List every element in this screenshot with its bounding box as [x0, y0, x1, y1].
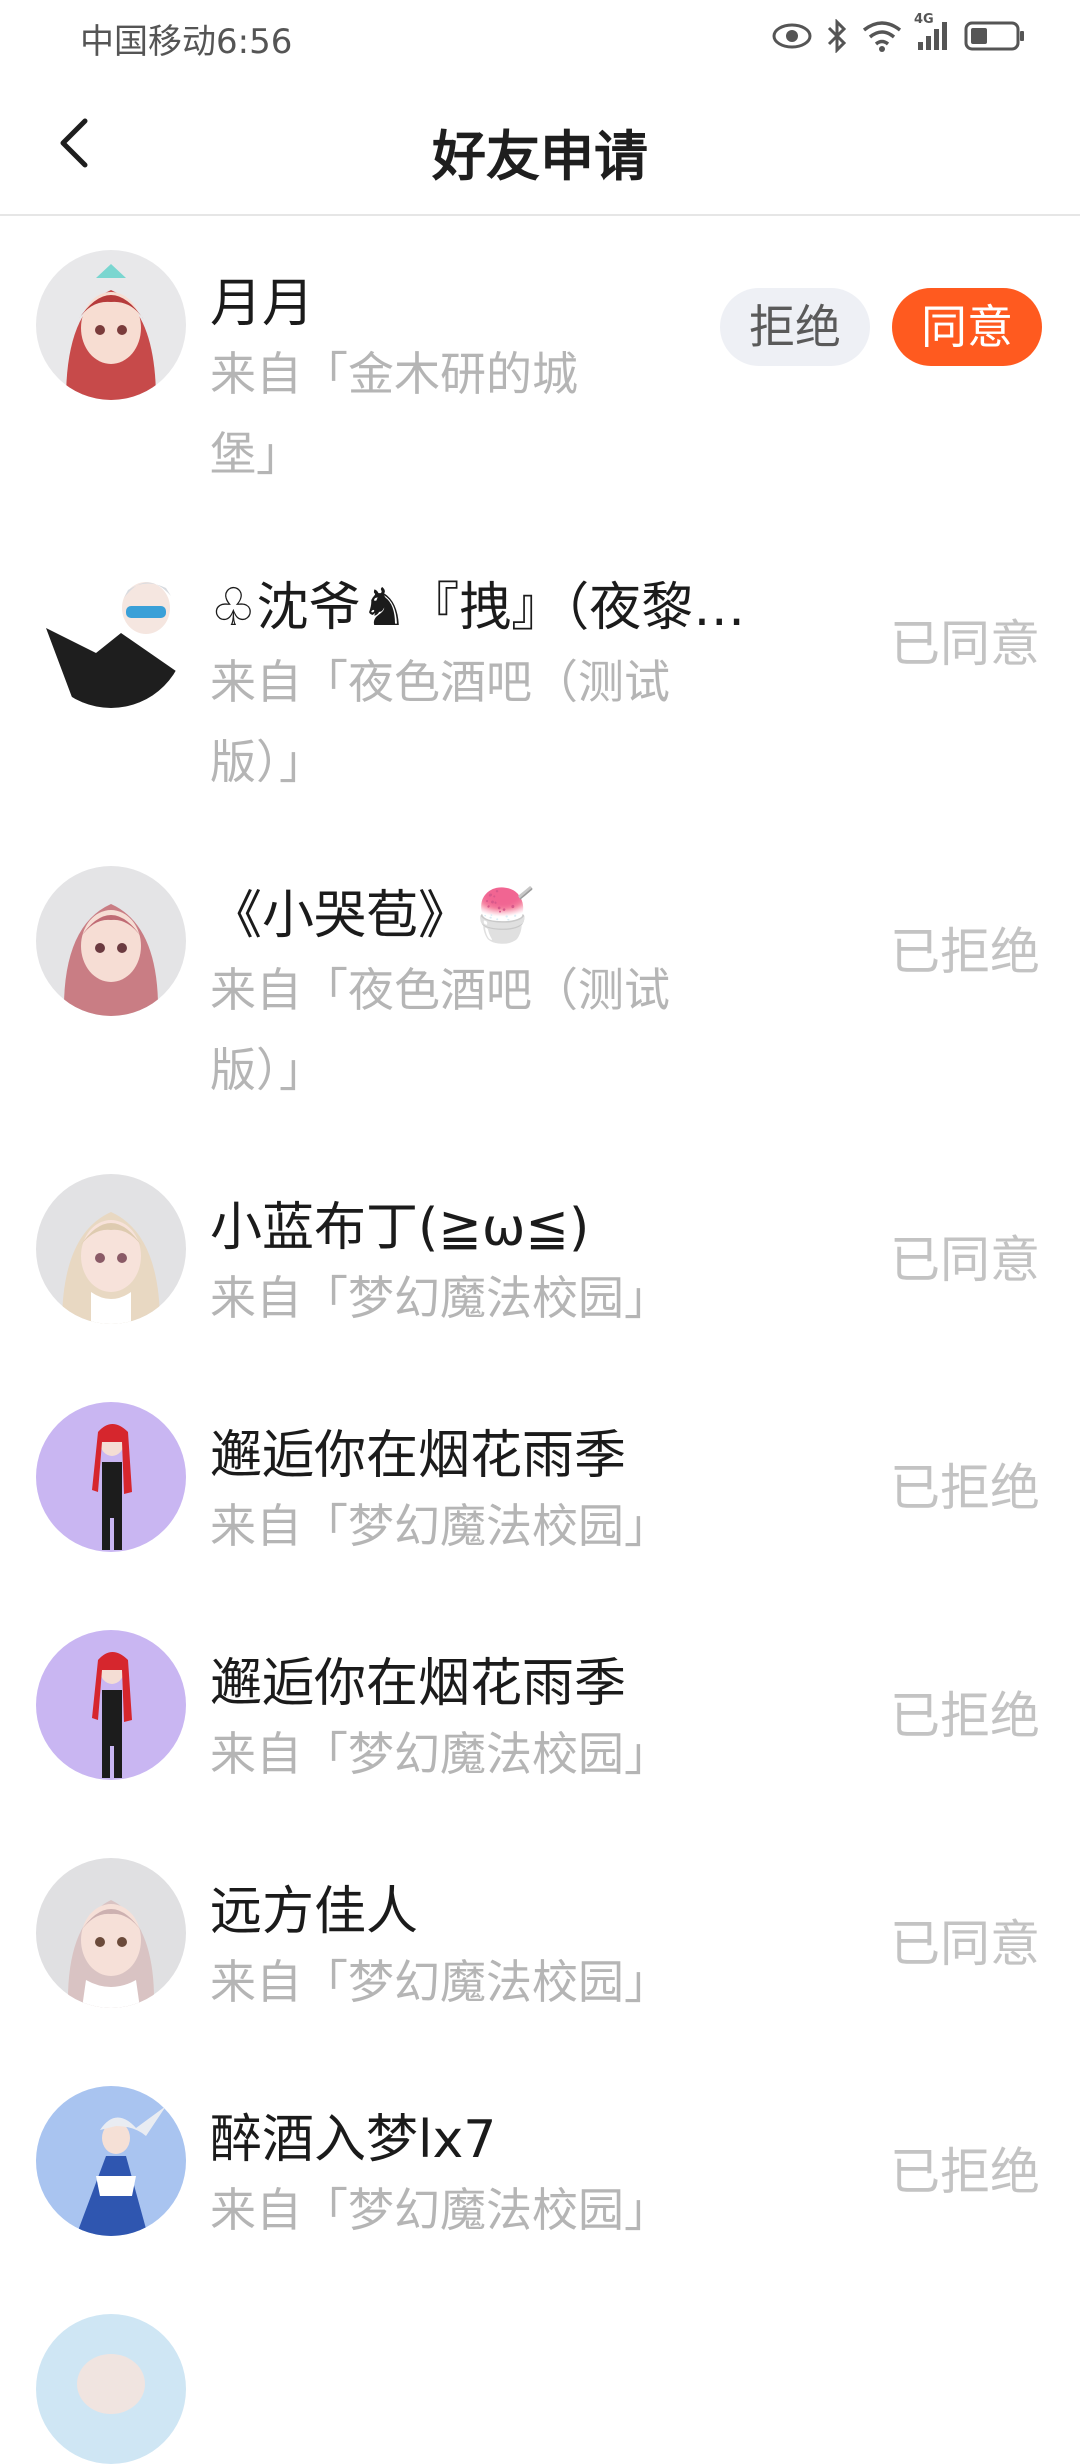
avatar[interactable]	[36, 1858, 186, 2008]
source-line: 版）」	[210, 1043, 325, 1097]
requester-name: 远方佳人	[210, 1882, 419, 1942]
signal-icon: 4G	[914, 12, 950, 52]
status-bar: 中国移动6:56 4G	[0, 0, 1080, 76]
avatar[interactable]	[36, 1630, 186, 1780]
request-status: 已同意	[890, 1915, 1040, 1973]
requester-name: 月月	[210, 274, 315, 334]
requester-name: 邂逅你在烟花雨季	[210, 1426, 627, 1486]
requester-name: 邂逅你在烟花雨季	[210, 1654, 627, 1714]
request-source: 来自「梦幻魔法校园」	[210, 1486, 670, 1566]
status-icons: 4G	[772, 12, 1026, 58]
source-line: 来自「夜色酒吧（测试	[210, 655, 670, 709]
source-line: 来自「金木研的城	[210, 347, 578, 401]
source-line: 来自「梦幻魔法校园」	[210, 1727, 670, 1781]
request-source: 来自「梦幻魔法校园」	[210, 2170, 670, 2250]
avatar[interactable]	[36, 2086, 186, 2236]
carrier-time: 中国移动6:56	[80, 14, 292, 63]
header: 好友申请	[0, 76, 1080, 216]
network-type: 4G	[914, 12, 934, 27]
request-source: 来自「夜色酒吧（测试 版）」	[210, 950, 670, 1110]
request-source: 来自「梦幻魔法校园」	[210, 1942, 670, 2022]
request-source: 来自「梦幻魔法校园」	[210, 1258, 670, 1338]
source-line: 来自「夜色酒吧（测试	[210, 963, 670, 1017]
page-title: 好友申请	[432, 125, 648, 188]
agree-button[interactable]: 同意	[892, 288, 1042, 366]
reject-button[interactable]: 拒绝	[720, 288, 870, 366]
avatar[interactable]	[36, 2314, 186, 2464]
request-status: 已拒绝	[890, 1459, 1040, 1517]
source-line: 堡」	[210, 427, 302, 481]
request-status: 已拒绝	[890, 923, 1040, 981]
request-status: 已拒绝	[890, 1687, 1040, 1745]
avatar[interactable]	[36, 558, 186, 708]
bluetooth-icon	[826, 19, 848, 53]
request-status: 已同意	[890, 615, 1040, 673]
request-source: 来自「金木研的城 堡」	[210, 334, 578, 494]
avatar[interactable]	[36, 250, 186, 400]
eye-icon	[772, 21, 812, 51]
source-line: 版）」	[210, 735, 325, 789]
source-line: 来自「梦幻魔法校园」	[210, 1271, 670, 1325]
requester-name: ♧沈爷♞『拽』（夜黎…	[210, 578, 746, 638]
battery-icon	[964, 20, 1026, 52]
requester-name: 《小哭苞》🍧	[210, 886, 535, 946]
request-source: 来自「梦幻魔法校园」	[210, 1714, 670, 1794]
source-line: 来自「梦幻魔法校园」	[210, 1499, 670, 1553]
request-status: 已拒绝	[890, 2143, 1040, 2201]
wifi-icon	[862, 20, 902, 52]
avatar[interactable]	[36, 866, 186, 1016]
request-source: 来自「夜色酒吧（测试 版）」	[210, 642, 670, 802]
source-line: 来自「梦幻魔法校园」	[210, 2183, 670, 2237]
request-status: 已同意	[890, 1231, 1040, 1289]
source-line: 来自「梦幻魔法校园」	[210, 1955, 670, 2009]
carrier-name: 中国移动	[80, 22, 216, 62]
avatar[interactable]	[36, 1174, 186, 1324]
avatar[interactable]	[36, 1402, 186, 1552]
clock-time: 6:56	[216, 22, 293, 62]
requester-name: 醉酒入梦lx7	[210, 2110, 497, 2170]
requester-name: 小蓝布丁(≧ω≦)	[210, 1198, 590, 1258]
